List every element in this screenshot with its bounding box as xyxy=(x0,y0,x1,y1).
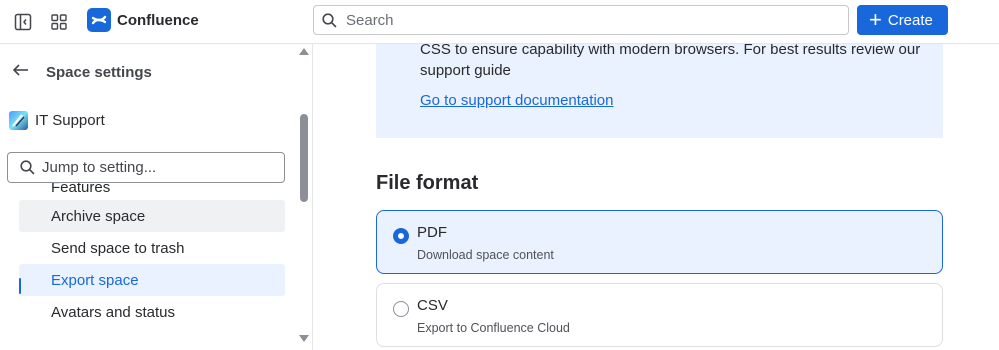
search-placeholder: Search xyxy=(346,12,394,29)
create-button-label: Create xyxy=(887,11,933,29)
back-to-space-button[interactable]: Space settings xyxy=(12,62,152,82)
scroll-down-arrow-icon[interactable] xyxy=(299,335,309,342)
active-indicator xyxy=(19,278,21,294)
option-title: PDF xyxy=(417,224,447,241)
app-switcher-icon[interactable] xyxy=(47,10,71,34)
nav-item-archive-space[interactable]: Archive space xyxy=(19,200,285,232)
arrow-left-icon xyxy=(12,63,30,82)
search-input[interactable]: Search xyxy=(313,5,849,35)
option-description: Export to Confluence Cloud xyxy=(417,321,570,335)
space-link[interactable]: IT Support xyxy=(9,111,105,130)
scrollbar-thumb[interactable] xyxy=(300,114,308,202)
space-settings-sidebar: Space settings IT Support Jump to settin… xyxy=(0,44,313,350)
nav-item-label: Avatars and status xyxy=(51,303,175,321)
jump-placeholder: Jump to setting... xyxy=(42,159,157,176)
search-icon xyxy=(20,160,35,180)
info-panel: CSS to ensure capability with modern bro… xyxy=(376,44,943,138)
nav-item-label: Features xyxy=(51,183,111,196)
search-icon xyxy=(322,13,337,33)
radio-button-pdf[interactable] xyxy=(393,228,409,244)
space-avatar-icon xyxy=(9,111,28,130)
section-title: File format xyxy=(376,172,479,194)
nav-item-features[interactable]: Features xyxy=(19,183,285,197)
support-documentation-link[interactable]: Go to support documentation xyxy=(420,92,613,109)
sidebar-toggle-icon[interactable] xyxy=(11,10,35,34)
main-content: CSS to ensure capability with modern bro… xyxy=(314,44,999,350)
info-text: CSS to ensure capability with modern bro… xyxy=(420,44,921,79)
settings-nav: Features Archive space Send space to tra… xyxy=(19,183,285,328)
nav-item-export-space[interactable]: Export space xyxy=(19,264,285,296)
plus-icon: + xyxy=(869,7,882,32)
sidebar-heading: Space settings xyxy=(46,63,152,81)
nav-item-label: Archive space xyxy=(51,207,146,225)
option-title: CSV xyxy=(417,297,448,314)
space-name: IT Support xyxy=(35,112,105,129)
jump-to-setting-input[interactable]: Jump to setting... xyxy=(7,152,285,183)
nav-item-send-space-to-trash[interactable]: Send space to trash xyxy=(19,232,285,264)
scroll-up-arrow-icon[interactable] xyxy=(299,48,309,55)
option-description: Download space content xyxy=(417,248,554,262)
nav-item-avatars-and-status[interactable]: Avatars and status xyxy=(19,296,285,328)
nav-item-label: Send space to trash xyxy=(51,239,185,257)
top-navigation-bar: Confluence Search + Create xyxy=(0,0,999,44)
radio-button-csv[interactable] xyxy=(393,301,409,317)
nav-item-label: Export space xyxy=(51,271,139,289)
format-option-csv[interactable]: CSV Export to Confluence Cloud xyxy=(376,283,943,347)
format-option-pdf[interactable]: PDF Download space content xyxy=(376,210,943,274)
confluence-logo-icon[interactable] xyxy=(87,8,111,32)
app-title[interactable]: Confluence xyxy=(117,12,199,29)
create-button[interactable]: + Create xyxy=(857,5,948,35)
